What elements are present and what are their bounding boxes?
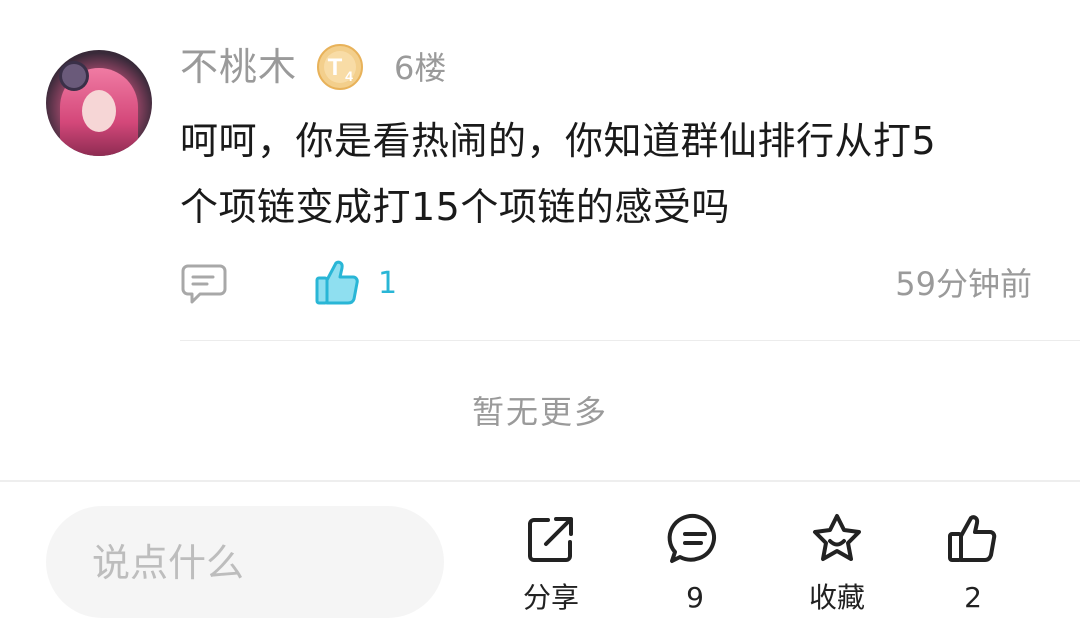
level-badge-letter: T [328,54,343,81]
favorite-button[interactable]: 收藏 [782,510,892,616]
timestamp: 59分钟前 [895,265,1032,303]
chat-bubble-icon [667,513,716,563]
no-more-text: 暂无更多 [471,393,608,431]
like-count: 1 [378,266,398,301]
avatar-flower [62,64,86,88]
share-button[interactable]: 分享 [496,510,606,616]
floor-number: 6楼 [394,49,447,87]
comment-count: 9 [686,581,704,614]
thumbs-up-icon[interactable] [314,258,360,306]
share-icon [528,517,573,562]
star-icon [813,514,861,561]
avatar-face [82,90,116,132]
comment-text: 呵呵，你是看热闹的，你知道群仙排行从打5 个项链变成打15个项链的感受吗 [180,108,1030,240]
like-button[interactable]: 2 [918,510,1028,616]
comment-text-line-1: 呵呵，你是看热闹的，你知道群仙排行从打5 [180,119,937,163]
bottom-bar-divider [0,480,1080,482]
comment-text-line-2: 个项链变成打15个项链的感受吗 [180,185,730,229]
favorite-label: 收藏 [808,581,865,614]
thumbs-up-icon [948,515,997,562]
share-label: 分享 [522,581,579,614]
like-total: 2 [964,581,982,614]
comment-input-placeholder: 说点什么 [92,541,245,585]
comment-input[interactable]: 说点什么 [46,506,444,618]
comment-bubble-icon[interactable] [180,262,228,306]
comments-button[interactable]: 9 [640,510,750,616]
avatar[interactable] [46,50,152,156]
level-badge-number: 4 [345,68,353,84]
username[interactable]: 不桃木 [180,42,297,92]
divider [180,340,1080,341]
level-badge-icon: T 4 [317,44,363,90]
